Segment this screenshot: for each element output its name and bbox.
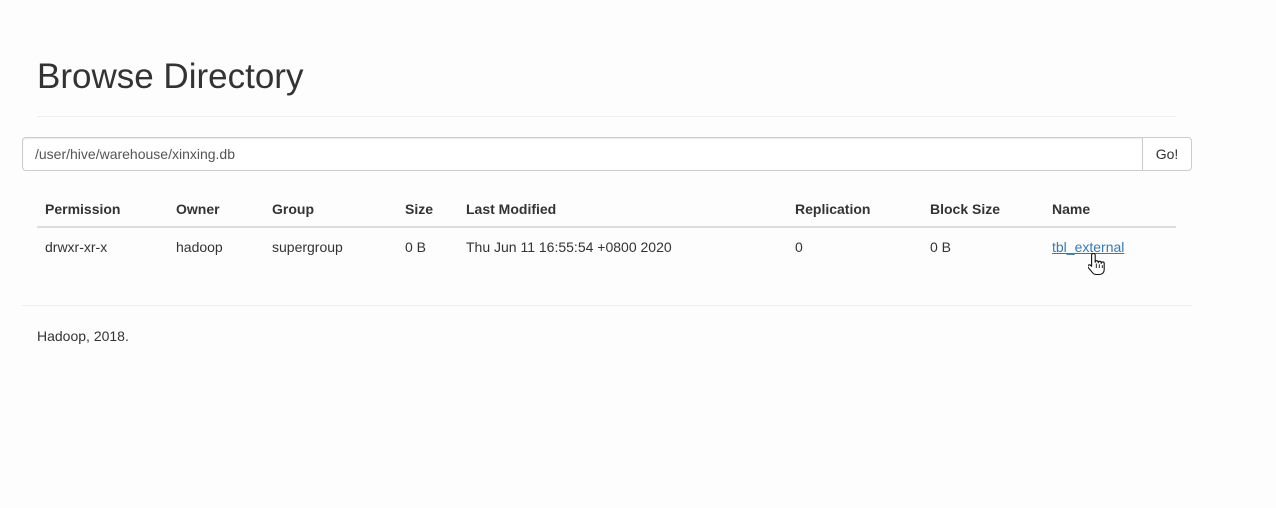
footer-text: Hadoop, 2018. bbox=[37, 328, 129, 344]
hand-pointer-icon bbox=[1088, 252, 1105, 276]
cell-permission: drwxr-xr-x bbox=[45, 238, 108, 255]
path-form: Go! bbox=[22, 137, 1192, 171]
cell-block-size: 0 B bbox=[930, 238, 952, 255]
column-header-size[interactable]: Size bbox=[397, 192, 458, 228]
cell-last-modified: Thu Jun 11 16:55:54 +0800 2020 bbox=[466, 238, 672, 255]
page-title: Browse Directory bbox=[37, 57, 304, 96]
directory-path-input[interactable] bbox=[22, 137, 1142, 171]
column-header-name[interactable]: Name bbox=[1044, 192, 1176, 228]
column-header-block-size[interactable]: Block Size bbox=[922, 192, 1044, 228]
footer-divider bbox=[22, 305, 1192, 306]
directory-listing-table: Permission Owner Group Size Last Modifie… bbox=[37, 192, 1176, 265]
cell-group: supergroup bbox=[272, 238, 343, 255]
cell-size: 0 B bbox=[405, 238, 427, 255]
cell-owner: hadoop bbox=[176, 238, 223, 255]
column-header-replication[interactable]: Replication bbox=[787, 192, 922, 228]
table-row: drwxr-xr-x hadoop supergroup 0 B Thu Jun… bbox=[37, 227, 1176, 265]
column-header-group[interactable]: Group bbox=[264, 192, 397, 228]
column-header-owner[interactable]: Owner bbox=[168, 192, 264, 228]
column-header-last-modified[interactable]: Last Modified bbox=[458, 192, 787, 228]
browse-directory-page: Browse Directory Go! Permission Owner Gr… bbox=[0, 0, 1276, 508]
cell-name: tbl_external bbox=[1044, 227, 1176, 265]
column-header-permission[interactable]: Permission bbox=[37, 192, 168, 228]
page-header: Browse Directory bbox=[37, 54, 1176, 117]
go-button[interactable]: Go! bbox=[1142, 137, 1192, 171]
cell-replication: 0 bbox=[795, 238, 803, 255]
table-header-row: Permission Owner Group Size Last Modifie… bbox=[37, 192, 1176, 228]
